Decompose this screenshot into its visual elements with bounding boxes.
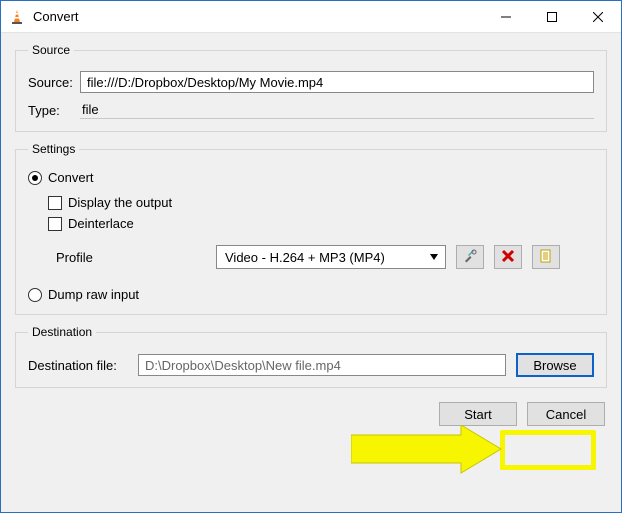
minimize-button[interactable] — [483, 1, 529, 33]
browse-button[interactable]: Browse — [516, 353, 594, 377]
source-group: Source Source: Type: file — [15, 43, 607, 132]
source-label: Source: — [28, 75, 80, 90]
type-label: Type: — [28, 103, 80, 118]
titlebar: Convert — [1, 1, 621, 33]
convert-radio-label: Convert — [48, 170, 94, 185]
deinterlace-label: Deinterlace — [68, 216, 134, 231]
dump-raw-label: Dump raw input — [48, 287, 139, 302]
destination-label: Destination file: — [28, 358, 128, 373]
chevron-down-icon — [429, 252, 439, 262]
action-bar: Start Cancel — [15, 398, 607, 426]
display-output-checkbox[interactable]: Display the output — [48, 195, 172, 210]
client-area: Source Source: Type: file Settings Conve… — [1, 33, 621, 512]
deinterlace-checkbox[interactable]: Deinterlace — [48, 216, 134, 231]
arrow-annotation — [351, 425, 511, 484]
window-title: Convert — [33, 9, 79, 24]
type-value: file — [80, 101, 594, 119]
source-input[interactable] — [80, 71, 594, 93]
settings-group: Settings Convert Display the output Dein… — [15, 142, 607, 315]
highlight-browse — [500, 430, 596, 470]
destination-legend: Destination — [28, 325, 96, 339]
dump-raw-radio[interactable]: Dump raw input — [28, 287, 139, 302]
close-button[interactable] — [575, 1, 621, 33]
cancel-button[interactable]: Cancel — [527, 402, 605, 426]
delete-icon — [501, 249, 515, 266]
tools-icon — [462, 248, 478, 267]
vlc-icon — [9, 9, 25, 25]
source-legend: Source — [28, 43, 74, 57]
display-output-label: Display the output — [68, 195, 172, 210]
profile-combobox[interactable]: Video - H.264 + MP3 (MP4) — [216, 245, 446, 269]
start-button[interactable]: Start — [439, 402, 517, 426]
delete-profile-button[interactable] — [494, 245, 522, 269]
destination-group: Destination Destination file: Browse — [15, 325, 607, 388]
edit-profile-button[interactable] — [456, 245, 484, 269]
new-profile-button[interactable] — [532, 245, 560, 269]
convert-dialog: Convert Source Source: Type: file Set — [0, 0, 622, 513]
profile-label: Profile — [56, 250, 206, 265]
profile-value: Video - H.264 + MP3 (MP4) — [225, 250, 385, 265]
destination-input[interactable] — [138, 354, 506, 376]
convert-radio[interactable]: Convert — [28, 170, 94, 185]
maximize-button[interactable] — [529, 1, 575, 33]
settings-legend: Settings — [28, 142, 79, 156]
new-profile-icon — [539, 249, 553, 266]
